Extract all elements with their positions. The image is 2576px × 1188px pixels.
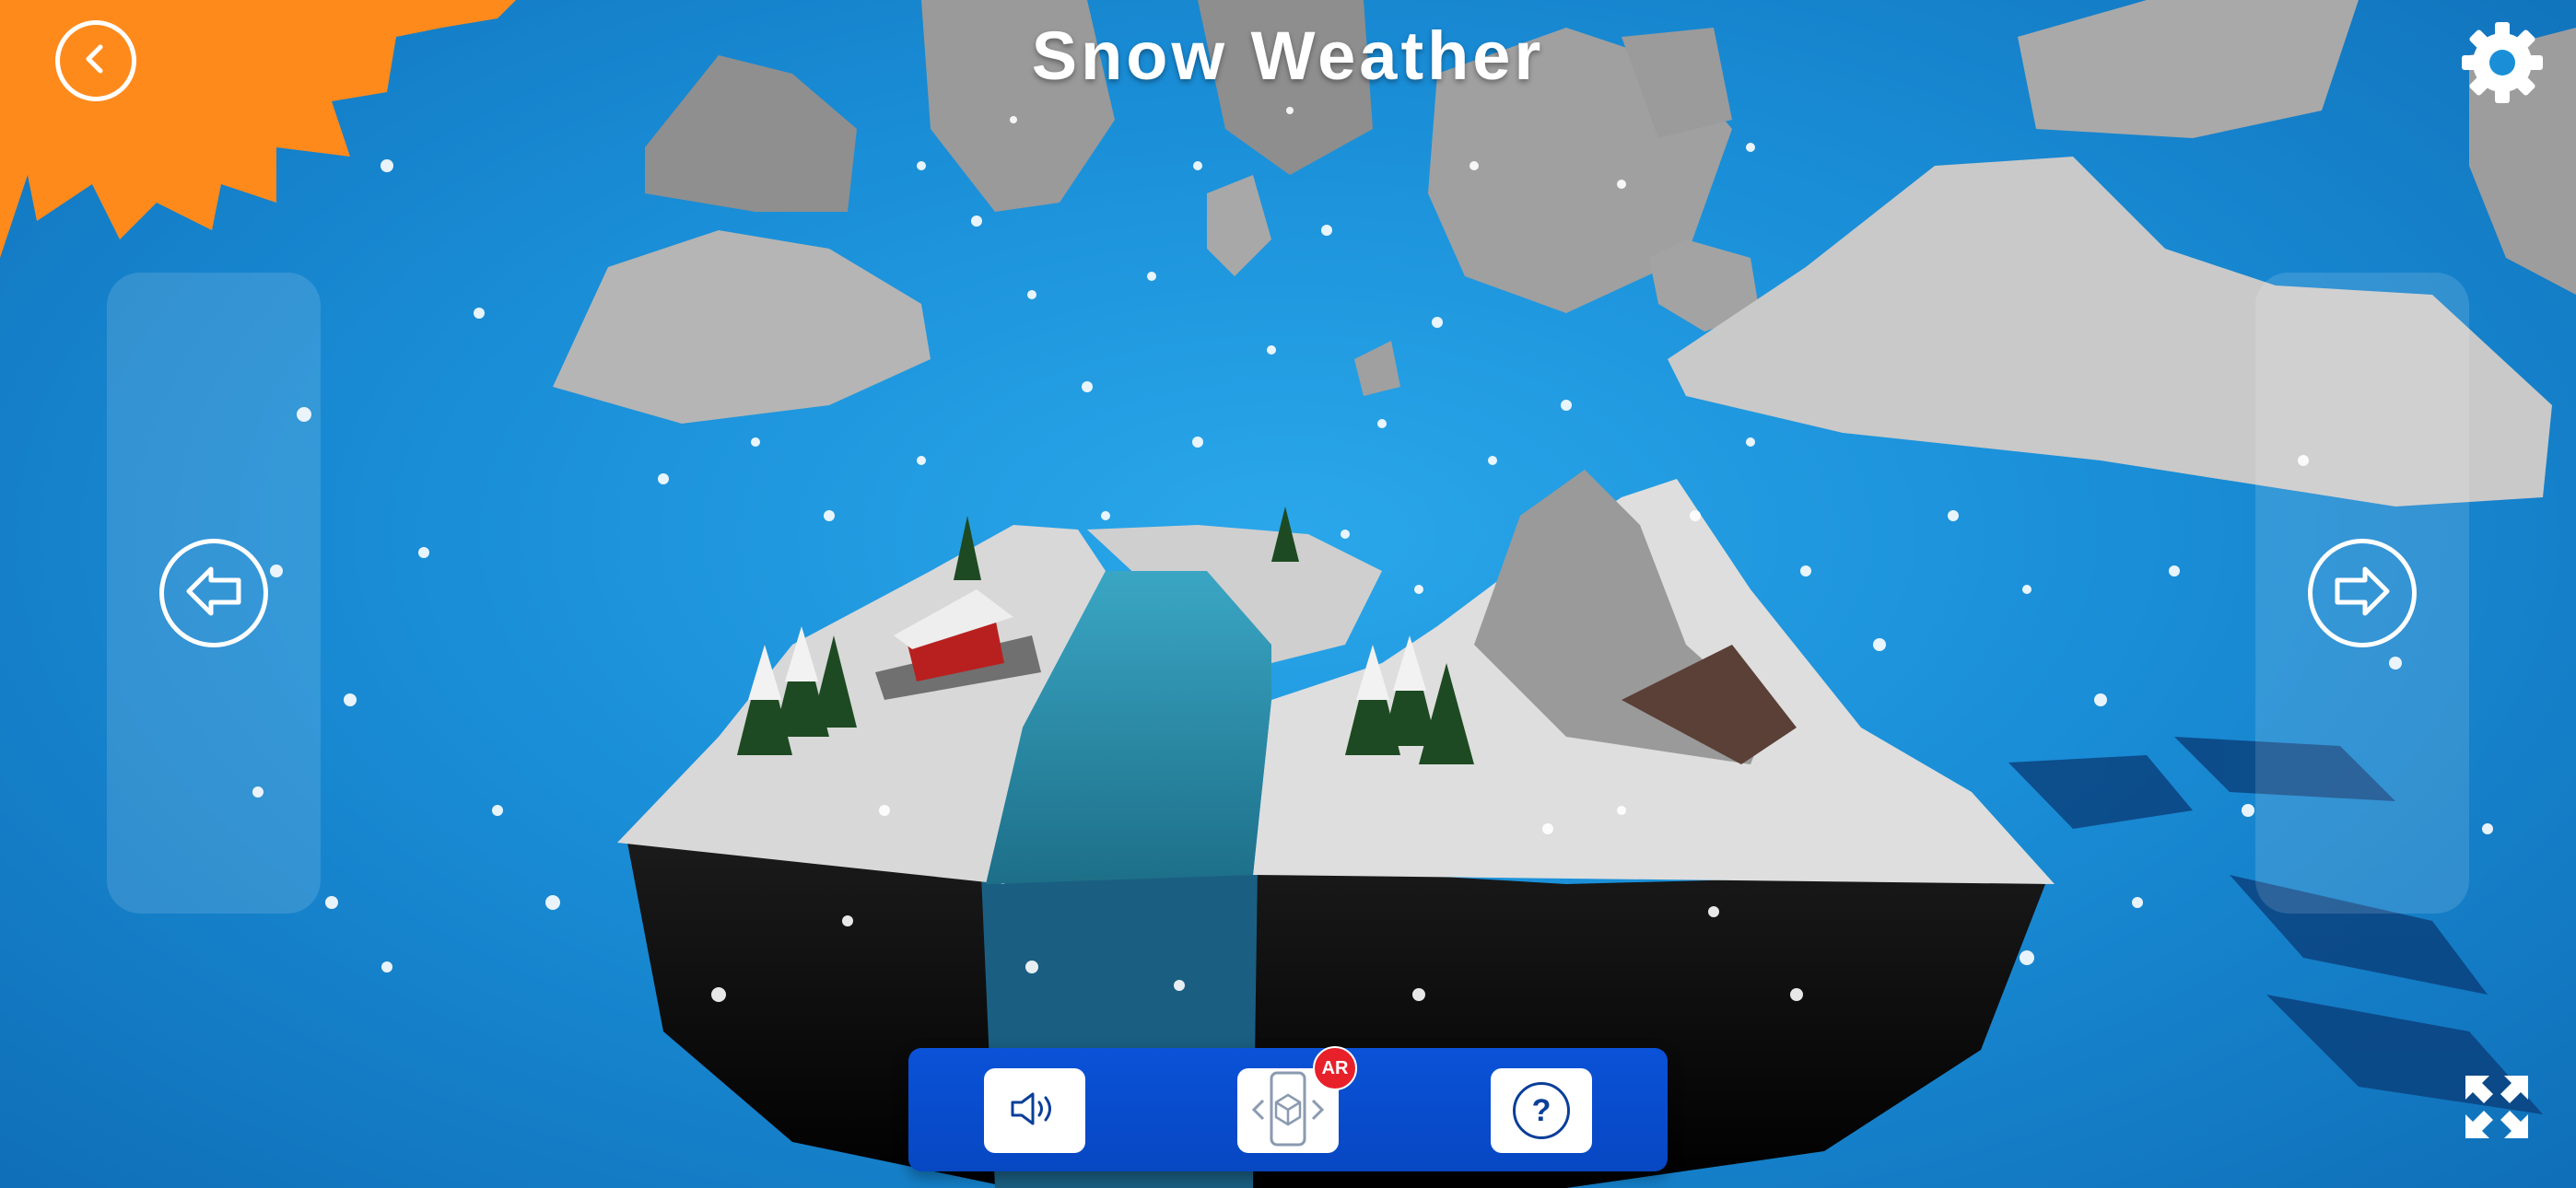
help-button[interactable]: ?: [1491, 1068, 1592, 1153]
bottom-toolbar: AR ?: [908, 1046, 1668, 1171]
gear-icon: [2460, 22, 2545, 109]
speaker-icon: [1009, 1090, 1060, 1132]
next-panel[interactable]: [2255, 273, 2469, 914]
fullscreen-icon: [2462, 1076, 2532, 1146]
sound-button[interactable]: [984, 1068, 1085, 1153]
snow-scene-illustration: [0, 0, 2576, 1188]
fullscreen-button[interactable]: [2462, 1072, 2532, 1142]
arrow-right-icon: [2332, 564, 2393, 623]
settings-button[interactable]: [2460, 20, 2545, 105]
next-button[interactable]: [2308, 539, 2417, 647]
prev-button[interactable]: [159, 539, 268, 647]
help-glyph: ?: [1531, 1092, 1551, 1128]
ar-badge: AR: [1313, 1046, 1357, 1090]
arrow-left-icon: [183, 564, 244, 623]
ar-button[interactable]: AR: [1237, 1046, 1357, 1153]
page-title: Snow Weather: [1031, 17, 1545, 94]
question-icon: ?: [1513, 1082, 1570, 1139]
prev-panel[interactable]: [107, 273, 321, 914]
